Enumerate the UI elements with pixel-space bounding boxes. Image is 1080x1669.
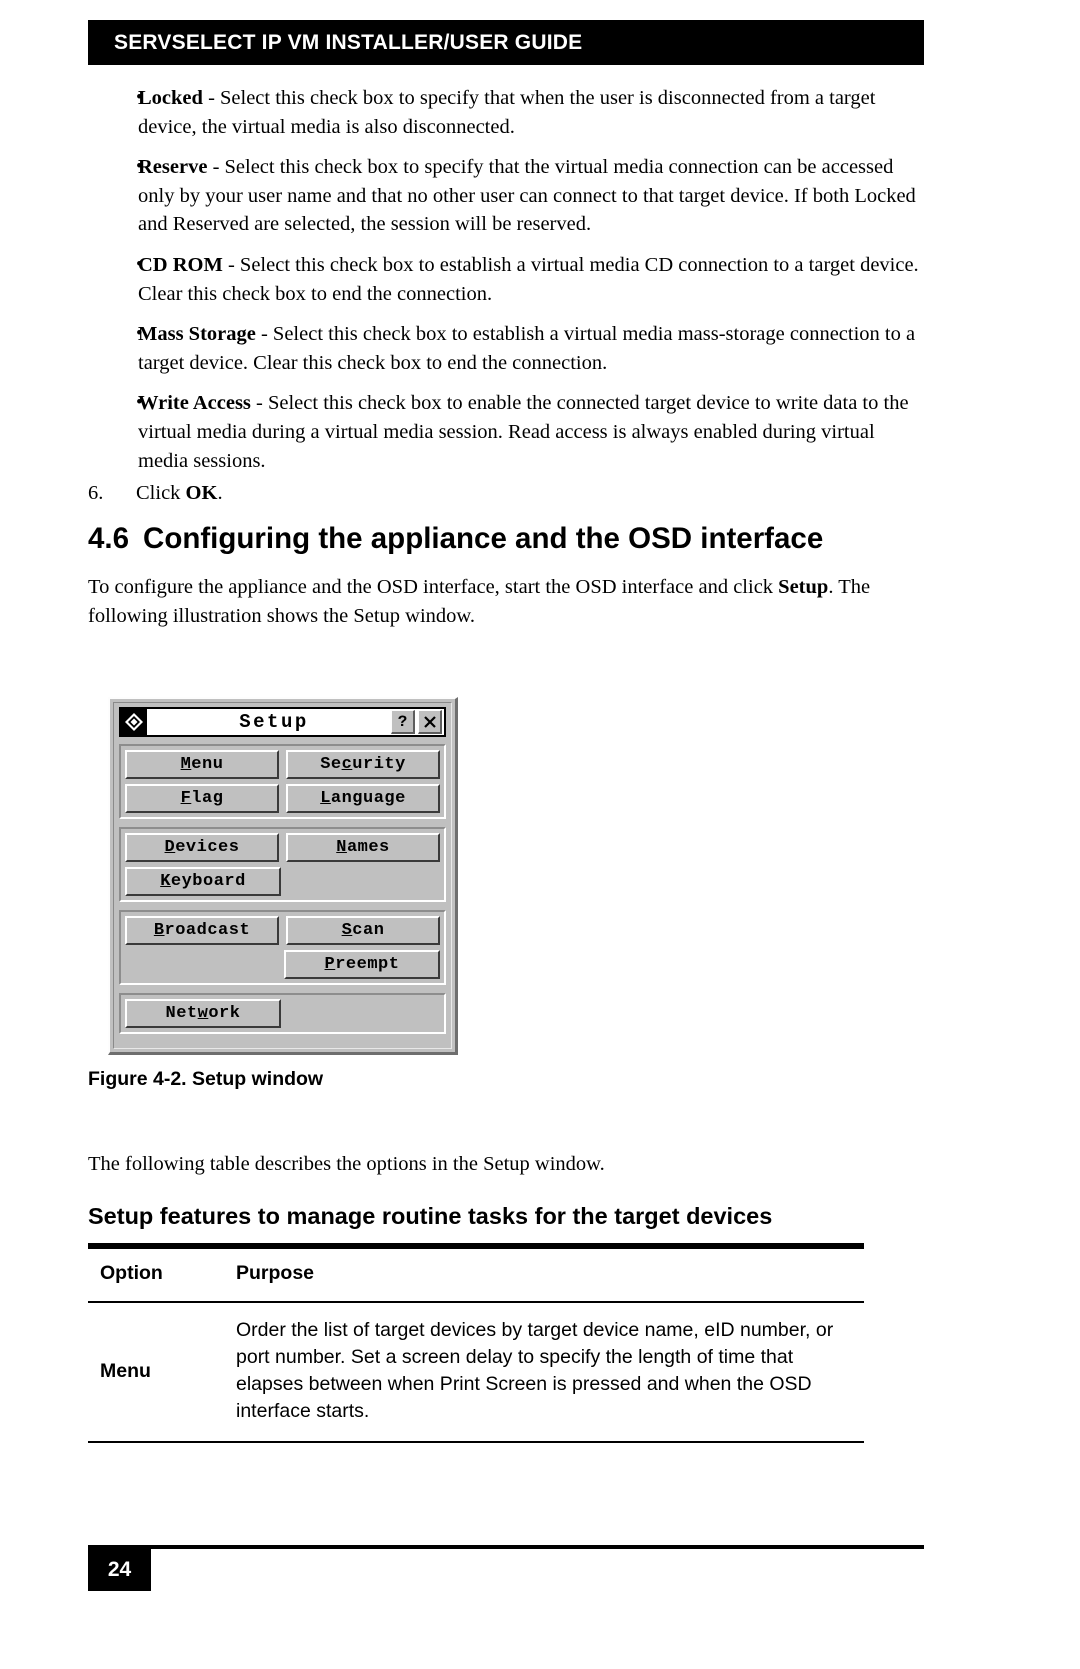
osd-button-group: Devices Names Keyboard [119,827,446,902]
bullet-term: Locked [138,87,203,109]
osd-button-keyboard[interactable]: Keyboard [125,867,281,896]
help-button[interactable]: ? [391,710,415,734]
osd-button-row: Menu Se c urity [125,750,440,779]
osd-button-menu[interactable]: Menu [125,750,279,779]
bullet-marker: • [136,392,143,414]
column-header-purpose: Purpose [236,1262,315,1284]
osd-button-language[interactable]: Language [286,784,440,813]
osd-titlebar: Setup ? [119,707,446,737]
bullet-description: - Select this check box to specify that … [138,87,876,138]
table-bottom-rule [88,1441,864,1443]
osd-empty-slot [288,867,440,896]
osd-button-flag[interactable]: Flag [125,784,279,813]
osd-empty-slot [288,999,440,1028]
bullet-marker: • [136,253,143,275]
osd-button-row: Net w ork [125,999,440,1028]
step-suffix: . [217,482,223,504]
section-number: 4.6 [88,522,130,555]
footer-rule [88,1545,924,1549]
bullet-term: Write Access [138,392,251,415]
osd-button-group: Broadcast Scan Preempt [119,910,446,985]
bullet-description: - Select this check box to establish a v… [138,253,919,305]
list-item: • Locked - Select this check box to spec… [88,84,928,141]
bullet-marker: • [136,323,143,345]
bullet-body: Reserve - Select this check box to speci… [138,153,928,239]
osd-button-group: Menu Se c urity Flag Language [119,744,446,819]
bullet-term: Reserve [138,156,208,179]
osd-button-scan[interactable]: Scan [286,916,440,945]
step-prefix: Click [136,482,186,504]
cell-option: Menu [100,1359,151,1382]
options-table: Option Purpose Menu Order the list of ta… [88,1243,864,1443]
list-item: • CD ROM - Select this check box to esta… [88,251,928,308]
osd-button-row: Preempt [125,950,440,979]
section-title: Configuring the appliance and the OSD in… [143,522,824,555]
running-header: SERVSELECT IP VM INSTALLER/USER GUIDE [88,20,924,65]
bullet-term: Mass Storage [138,323,256,346]
list-item: • Reserve - Select this check box to spe… [88,153,928,239]
osd-setup-window: Setup ? Menu Se c urity F lag L anguage … [108,697,458,1055]
osd-button-broadcast[interactable]: Broadcast [125,916,279,945]
osd-button-group: Net w ork [119,993,446,1034]
table-row: Menu Order the list of target devices by… [88,1303,864,1441]
osd-button-network[interactable]: Net w ork [125,999,281,1028]
intro-paragraph: To configure the appliance and the OSD i… [88,573,888,630]
osd-titlebar-buttons: ? [391,710,444,734]
osd-empty-slot [125,950,277,979]
bullet-list: • Locked - Select this check box to spec… [88,84,928,487]
list-item: • Write Access - Select this check box t… [88,389,928,475]
osd-button-row: Devices Names [125,833,440,862]
osd-button-row: Broadcast Scan [125,916,440,945]
close-icon[interactable] [418,710,442,734]
osd-button-row: Keyboard [125,867,440,896]
running-header-title: SERVSELECT IP VM INSTALLER/USER GUIDE [114,30,583,54]
diamond-logo-icon [121,709,147,735]
osd-window-inner: Setup ? Menu Se c urity F lag L anguage … [113,702,452,1049]
table-title: Setup features to manage routine tasks f… [88,1203,773,1229]
setup-window-figure: Setup ? Menu Se c urity F lag L anguage … [108,697,458,1055]
bullet-body: Mass Storage - Select this check box to … [138,320,928,377]
bullet-term: CD ROM [138,253,223,276]
bullet-description: - Select this check box to enable the co… [138,392,909,472]
intro-bold: Setup [778,576,829,598]
osd-button-names[interactable]: Names [286,833,440,862]
numbered-step: 6. Click OK. [88,479,928,508]
page-title: 4.6 Configuring the appliance and the OSD… [88,519,928,559]
figure-caption: Figure 4-2. Setup window [88,1068,324,1090]
osd-button-security[interactable]: Se c urity [286,750,440,779]
table-intro-text: The following table describes the option… [88,1153,605,1175]
bullet-marker: • [136,156,143,178]
bullet-body: Write Access - Select this check box to … [138,389,928,475]
bullet-marker: • [136,87,143,108]
page-number: 24 [88,1549,151,1591]
document-page: SERVSELECT IP VM INSTALLER/USER GUIDE • … [0,0,1080,1669]
bullet-body: Locked - Select this check box to specif… [138,84,928,141]
osd-button-devices[interactable]: Devices [125,833,279,862]
step-text: Click OK. [136,479,223,508]
bullet-description: - Select this check box to specify that … [138,156,916,236]
step-number: 6. [88,482,104,504]
step-bold: OK [185,482,218,504]
table-header-row: Option Purpose [88,1249,864,1301]
column-header-option: Option [100,1262,163,1284]
osd-button-preempt[interactable]: Preempt [284,950,440,979]
bullet-body: CD ROM - Select this check box to establ… [138,251,928,308]
osd-window-title: Setup [239,711,309,733]
intro-part-1: To configure the appliance and the OSD i… [88,576,779,598]
list-item: • Mass Storage - Select this check box t… [88,320,928,377]
osd-button-row: Flag Language [125,784,440,813]
cell-purpose: Order the list of target devices by targ… [236,1319,834,1422]
